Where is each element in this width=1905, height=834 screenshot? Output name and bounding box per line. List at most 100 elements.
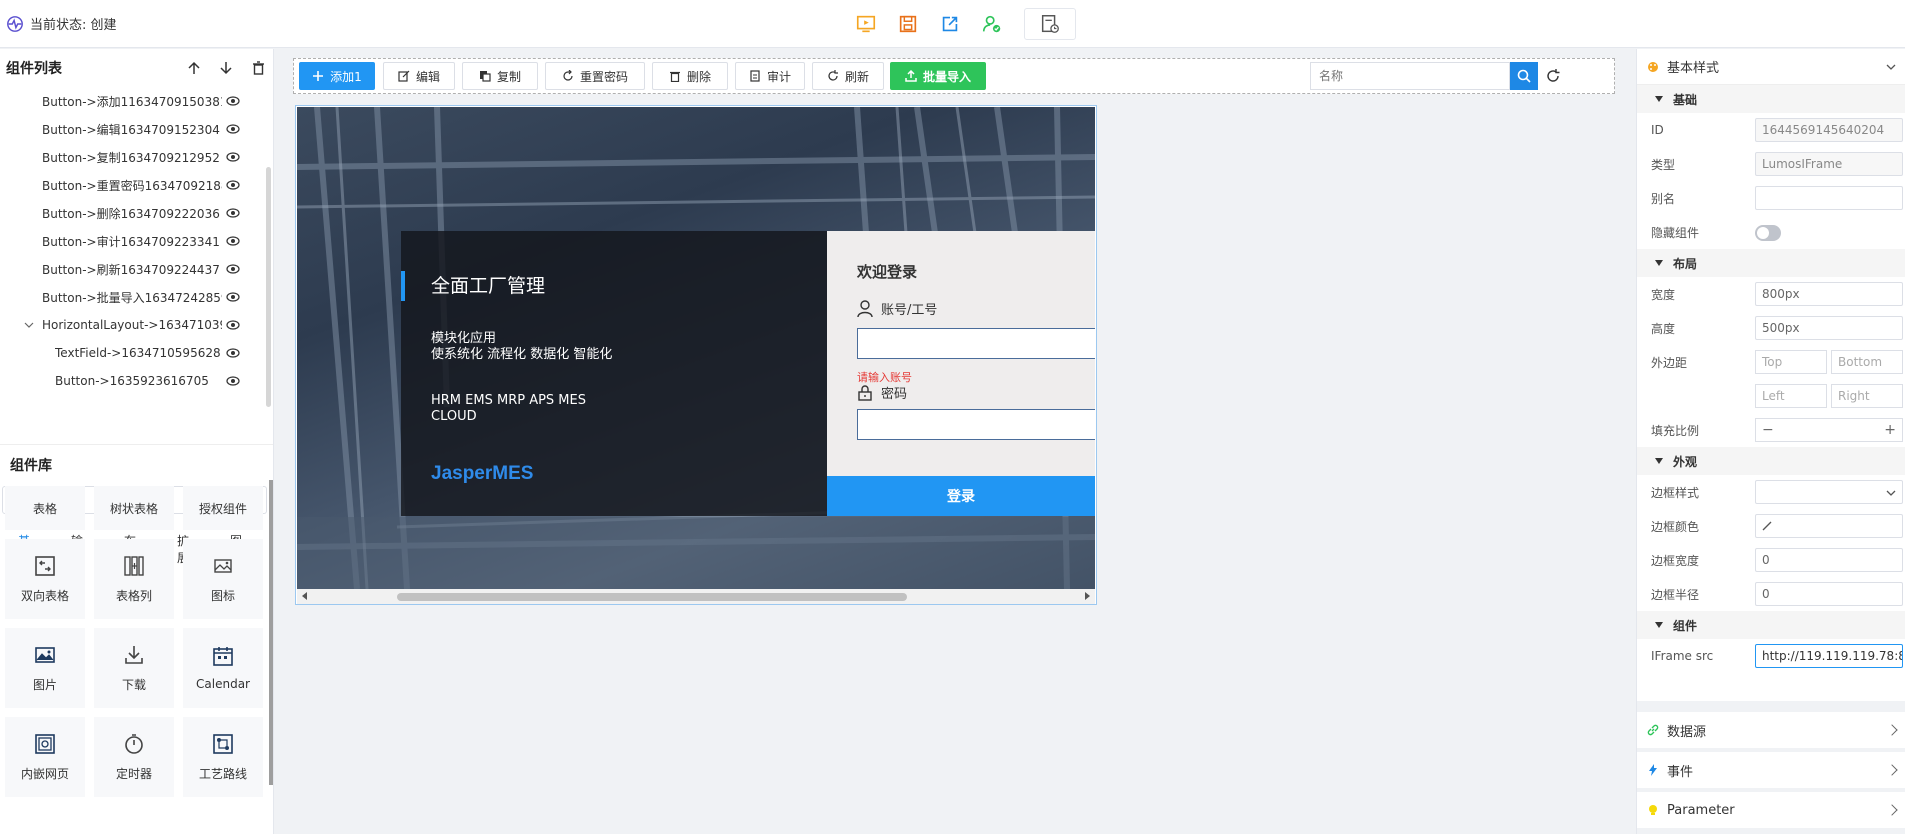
- delete-button[interactable]: 删除: [652, 62, 728, 90]
- tree-item[interactable]: TextField->1634710595628: [0, 339, 273, 367]
- section-basic-label: 基础: [1673, 92, 1698, 107]
- tree-item[interactable]: Button->刷新1634709224437: [0, 255, 273, 283]
- delete-component-button[interactable]: [249, 59, 267, 77]
- section-component[interactable]: 组件: [1637, 611, 1905, 639]
- library-scrollbar[interactable]: [269, 480, 273, 785]
- eye-icon[interactable]: [226, 375, 240, 387]
- scroll-right-icon[interactable]: [1085, 592, 1090, 600]
- flex-stepper[interactable]: − +: [1755, 418, 1903, 442]
- publish-button[interactable]: [976, 8, 1008, 40]
- move-down-button[interactable]: [217, 59, 235, 77]
- eye-icon[interactable]: [226, 179, 240, 191]
- preview-button[interactable]: [850, 8, 882, 40]
- eye-icon[interactable]: [226, 347, 240, 359]
- tree-item[interactable]: Button->删除1634709222036: [0, 199, 273, 227]
- tree-item[interactable]: Button->1635923616705: [0, 367, 273, 395]
- datasource-section[interactable]: 数据源: [1637, 712, 1905, 748]
- name-search[interactable]: [1310, 62, 1510, 90]
- library-item-tree-table[interactable]: 树状表格: [94, 486, 174, 530]
- save-button[interactable]: [892, 8, 924, 40]
- events-section[interactable]: 事件: [1637, 752, 1905, 788]
- library-item-download[interactable]: 下载: [94, 628, 174, 708]
- account-input[interactable]: [857, 328, 1095, 359]
- name-search-input[interactable]: [1319, 69, 1489, 83]
- page-settings-button[interactable]: [1024, 8, 1076, 40]
- library-item-picture[interactable]: 图片: [5, 628, 85, 708]
- margin-bottom-input[interactable]: Bottom: [1831, 350, 1903, 374]
- refresh-icon: [828, 70, 838, 81]
- tree-item[interactable]: Button->复制1634709212952: [0, 143, 273, 171]
- tree-item[interactable]: HorizontalLayout->1634710391841: [0, 311, 273, 339]
- audit-button[interactable]: 审计: [735, 62, 805, 90]
- horizontal-layout-toolbar[interactable]: 添加1 编辑 复制 重置密码 删除 审计 刷新 批量导入: [293, 58, 1615, 94]
- margin-top-input[interactable]: Top: [1755, 350, 1827, 374]
- tree-item-label: Button->批量导入1634724285989: [42, 290, 222, 305]
- eye-icon[interactable]: [226, 151, 240, 163]
- export-button[interactable]: [934, 8, 966, 40]
- section-layout[interactable]: 布局: [1637, 249, 1905, 277]
- eye-icon[interactable]: [226, 123, 240, 135]
- tree-item[interactable]: Button->重置密码1634709218865: [0, 171, 273, 199]
- reset-search-icon[interactable]: [1544, 67, 1562, 85]
- library-item-dual-table[interactable]: 双向表格: [5, 539, 85, 619]
- library-item-table-column[interactable]: 表格列: [94, 539, 174, 619]
- prop-height-input[interactable]: 500px: [1755, 316, 1903, 340]
- chevron-down-icon[interactable]: [24, 320, 34, 330]
- batch-import-button[interactable]: 批量导入: [890, 62, 986, 90]
- scroll-thumb[interactable]: [397, 593, 907, 601]
- prop-width-input[interactable]: 800px: [1755, 282, 1903, 306]
- prop-border-radius: 边框半径 0: [1637, 577, 1905, 611]
- margin-left-input[interactable]: Left: [1755, 384, 1827, 408]
- tree-item[interactable]: Button->审计1634709223341: [0, 227, 273, 255]
- iframe-horizontal-scrollbar[interactable]: [297, 589, 1095, 604]
- tree-item[interactable]: Button->编辑1634709152304: [0, 115, 273, 143]
- decrement-button[interactable]: −: [1762, 422, 1774, 438]
- library-item-calendar[interactable]: Calendar: [183, 628, 263, 708]
- library-item-table[interactable]: 表格: [5, 486, 85, 530]
- library-item-icon[interactable]: 图标: [183, 539, 263, 619]
- border-color-picker[interactable]: [1755, 514, 1903, 538]
- add-button[interactable]: 添加1: [299, 62, 375, 90]
- refresh-button[interactable]: 刷新: [812, 62, 884, 90]
- library-item-label: 表格列: [115, 588, 152, 603]
- eye-icon[interactable]: [226, 235, 240, 247]
- section-layout-label: 布局: [1673, 256, 1698, 271]
- tree-item[interactable]: Button->批量导入1634724285989: [0, 283, 273, 311]
- iframe-src-input[interactable]: http://119.119.119.78:808: [1755, 644, 1903, 668]
- increment-button[interactable]: +: [1884, 422, 1896, 438]
- tree-item-label: Button->编辑1634709152304: [42, 122, 220, 137]
- library-item-embed-page[interactable]: 内嵌网页: [5, 717, 85, 797]
- eye-icon[interactable]: [226, 291, 240, 303]
- search-button[interactable]: [1510, 62, 1538, 90]
- library-item-auth[interactable]: 授权组件: [183, 486, 263, 530]
- library-item-timer[interactable]: 定时器: [94, 717, 174, 797]
- library-item-route[interactable]: 工艺路线: [183, 717, 263, 797]
- border-style-select[interactable]: [1755, 480, 1903, 504]
- collapse-triangle-icon: [1655, 96, 1663, 102]
- eye-icon[interactable]: [226, 207, 240, 219]
- eye-icon[interactable]: [226, 95, 240, 107]
- scroll-left-icon[interactable]: [302, 592, 307, 600]
- prop-alias-input[interactable]: [1755, 186, 1903, 210]
- parameter-section[interactable]: Parameter: [1637, 792, 1905, 828]
- copy-button[interactable]: 复制: [462, 62, 538, 90]
- eye-icon[interactable]: [226, 263, 240, 275]
- section-basic[interactable]: 基础: [1637, 85, 1905, 113]
- margin-right-input[interactable]: Right: [1831, 384, 1903, 408]
- move-up-button[interactable]: [185, 59, 203, 77]
- section-appearance[interactable]: 外观: [1637, 447, 1905, 475]
- tree-item-label: HorizontalLayout->1634710391841: [42, 318, 222, 332]
- parameter-label: Parameter: [1667, 802, 1735, 818]
- reset-password-button[interactable]: 重置密码: [545, 62, 645, 90]
- border-width-input[interactable]: 0: [1755, 548, 1903, 572]
- hidden-toggle[interactable]: [1755, 225, 1781, 241]
- tree-item[interactable]: Button->添加11634709150381: [0, 87, 273, 115]
- iframe-component[interactable]: 全面工厂管理 模块化应用 使系统化 流程化 数据化 智能化 HRM EMS MR…: [295, 105, 1097, 605]
- password-input[interactable]: [857, 409, 1095, 440]
- border-radius-input[interactable]: 0: [1755, 582, 1903, 606]
- eye-icon[interactable]: [226, 319, 240, 331]
- edit-button[interactable]: 编辑: [383, 62, 455, 90]
- login-button[interactable]: 登录: [827, 476, 1095, 516]
- basic-style-header[interactable]: 基本样式: [1637, 49, 1905, 85]
- tree-scrollbar[interactable]: [266, 167, 271, 407]
